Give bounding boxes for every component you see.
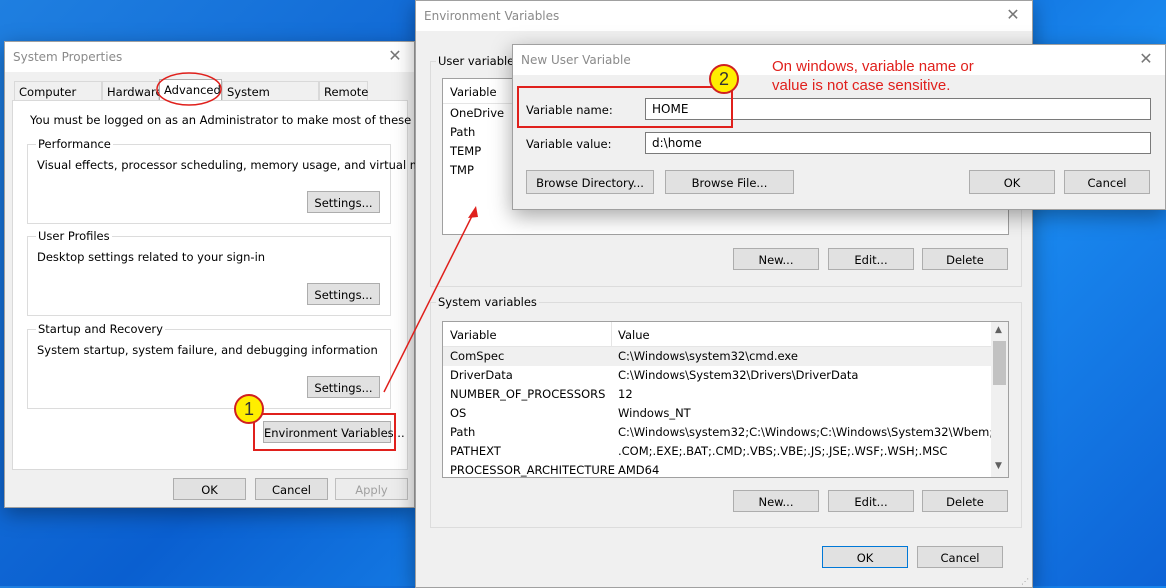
cell-variable: NUMBER_OF_PROCESSORS	[450, 387, 606, 401]
browse-directory-button[interactable]: Browse Directory...	[526, 170, 654, 194]
step-1-marker: 1	[234, 394, 264, 424]
scrollbar-thumb[interactable]	[993, 341, 1006, 385]
env-cancel-button[interactable]: Cancel	[917, 546, 1003, 568]
annotation-note-line1: On windows, variable name or	[772, 58, 974, 75]
variable-value-label: Variable value:	[526, 137, 612, 151]
step-2-marker: 2	[709, 64, 739, 94]
cell-value: C:\Windows\system32\cmd.exe	[618, 349, 798, 363]
cell-variable: OS	[450, 406, 467, 420]
user-profiles-desc: Desktop settings related to your sign-in	[37, 250, 266, 264]
cell-variable: ComSpec	[450, 349, 505, 363]
scroll-down-icon[interactable]: ▼	[995, 461, 1002, 471]
table-row[interactable]: NUMBER_OF_PROCESSORS 12	[443, 385, 991, 404]
performance-group: Performance Visual effects, processor sc…	[27, 137, 458, 224]
cell-value: C:\Windows\system32;C:\Windows;C:\Window…	[618, 425, 1005, 439]
list-item[interactable]: Path	[443, 123, 475, 142]
cell-variable: Path	[450, 425, 476, 439]
variable-name-field[interactable]	[645, 98, 1151, 120]
cell-value: AMD64	[618, 463, 660, 477]
user-edit-button[interactable]: Edit...	[828, 248, 914, 270]
system-delete-button[interactable]: Delete	[922, 490, 1008, 512]
startup-recovery-label: Startup and Recovery	[36, 322, 165, 336]
variable-name-label: Variable name:	[526, 103, 613, 117]
table-row[interactable]: DriverData C:\Windows\System32\Drivers\Dr…	[443, 366, 991, 385]
table-row[interactable]: OS Windows_NT	[443, 404, 991, 423]
tab-content-panel: You must be logged on as an Administrato…	[12, 100, 467, 470]
environment-variables-button[interactable]: Environment Variables...	[263, 421, 405, 443]
cell-value: Windows_NT	[618, 406, 691, 420]
close-icon[interactable]: ✕	[1004, 5, 1022, 25]
user-profiles-label: User Profiles	[36, 229, 112, 243]
list-item[interactable]: OneDrive	[443, 104, 504, 123]
window-title: System Properties	[13, 50, 123, 64]
tab-advanced[interactable]: Advanced	[159, 79, 222, 101]
list-item[interactable]: TEMP	[443, 142, 481, 161]
startup-recovery-desc: System startup, system failure, and debu…	[37, 343, 378, 357]
column-header-variable[interactable]: Variable	[450, 85, 497, 99]
cell-value: 12	[618, 387, 633, 401]
list-item[interactable]: TMP	[443, 161, 474, 180]
user-profiles-group: User Profiles Desktop settings related t…	[27, 229, 391, 316]
tab-hardware[interactable]: Hardware	[102, 81, 163, 101]
cell-value: .COM;.EXE;.BAT;.CMD;.VBS;.VBE;.JS;.JSE;.…	[618, 444, 948, 458]
table-row[interactable]: PROCESSOR_ARCHITECTURE AMD64	[443, 461, 991, 477]
window-title: New User Variable	[521, 53, 631, 67]
table-row[interactable]: ComSpec C:\Windows\system32\cmd.exe	[443, 347, 991, 366]
cell-variable: PROCESSOR_ARCHITECTURE	[450, 463, 616, 477]
cell-variable: DriverData	[450, 368, 513, 382]
system-variables-label: System variables	[436, 295, 539, 309]
admin-note: You must be logged on as an Administrato…	[30, 113, 467, 127]
performance-desc: Visual effects, processor scheduling, me…	[37, 158, 458, 172]
user-profiles-settings-button[interactable]: Settings...	[307, 283, 380, 305]
scroll-up-icon[interactable]: ▲	[995, 325, 1002, 335]
column-header-value[interactable]: Value	[618, 328, 650, 342]
new-var-ok-button[interactable]: OK	[969, 170, 1055, 194]
table-row[interactable]: Path C:\Windows\system32;C:\Windows;C:\Wi…	[443, 423, 1004, 442]
tab-remote[interactable]: Remote	[319, 81, 368, 101]
cell-value: C:\Windows\System32\Drivers\DriverData	[618, 368, 859, 382]
user-new-button[interactable]: New...	[733, 248, 819, 270]
cancel-button[interactable]: Cancel	[255, 478, 328, 500]
column-divider[interactable]	[611, 322, 612, 346]
system-properties-window: System Properties ✕ Computer Name Hardwa…	[4, 41, 467, 508]
close-icon[interactable]: ✕	[386, 46, 404, 66]
apply-button[interactable]: Apply	[335, 478, 408, 500]
startup-recovery-settings-button[interactable]: Settings...	[307, 376, 380, 398]
list-header: Variable Value	[443, 322, 1008, 347]
cell-variable: PATHEXT	[450, 444, 501, 458]
user-delete-button[interactable]: Delete	[922, 248, 1008, 270]
tab-strip: Computer Name Hardware Advanced System P…	[14, 79, 404, 119]
system-variables-group: System variables Variable Value ComSpec C…	[430, 295, 1022, 528]
window-title: Environment Variables	[424, 9, 560, 23]
column-header-variable[interactable]: Variable	[450, 328, 497, 342]
browse-file-button[interactable]: Browse File...	[665, 170, 794, 194]
ok-button[interactable]: OK	[173, 478, 246, 500]
tab-computer-name[interactable]: Computer Name	[14, 81, 102, 119]
env-ok-button[interactable]: OK	[822, 546, 908, 568]
vertical-scrollbar[interactable]: ▲ ▼	[991, 322, 1008, 477]
system-new-button[interactable]: New...	[733, 490, 819, 512]
table-row[interactable]: PATHEXT .COM;.EXE;.BAT;.CMD;.VBS;.VBE;.JS…	[443, 442, 991, 461]
performance-settings-button[interactable]: Settings...	[307, 191, 380, 213]
annotation-note-line2: value is not case sensitive.	[772, 77, 951, 94]
system-properties-titlebar[interactable]: System Properties ✕	[5, 42, 414, 72]
performance-label: Performance	[36, 137, 113, 151]
startup-recovery-group: Startup and Recovery System startup, sys…	[27, 322, 391, 409]
system-edit-button[interactable]: Edit...	[828, 490, 914, 512]
close-icon[interactable]: ✕	[1137, 49, 1155, 69]
resize-grip-icon[interactable]: ⋰	[1021, 577, 1029, 586]
new-var-cancel-button[interactable]: Cancel	[1064, 170, 1150, 194]
system-variables-list: Variable Value ComSpec C:\Windows\system3…	[442, 321, 1009, 478]
tab-system-protection[interactable]: System Protection	[222, 81, 319, 119]
variable-value-field[interactable]	[645, 132, 1151, 154]
env-titlebar[interactable]: Environment Variables ✕	[416, 1, 1032, 31]
